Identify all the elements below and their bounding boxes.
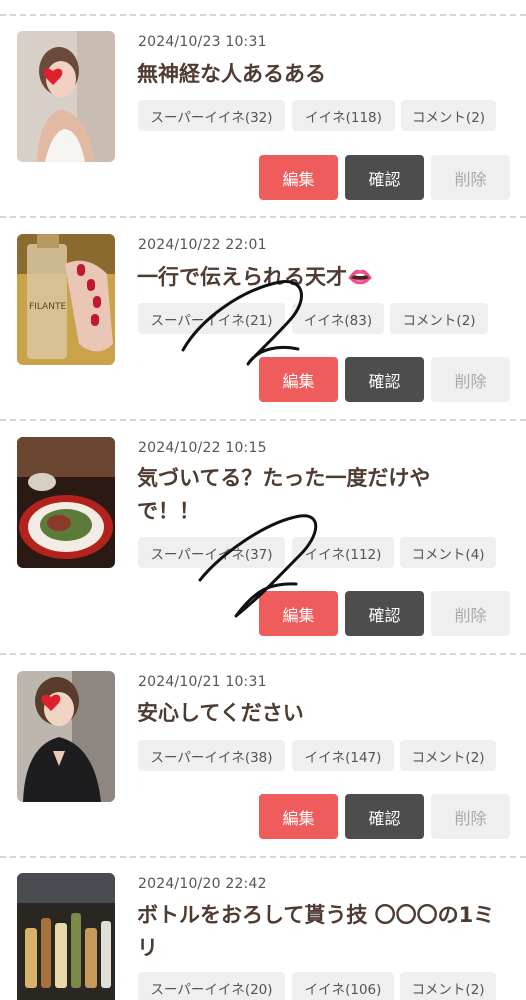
like-count: イイネ(147): [292, 740, 394, 771]
delete-button[interactable]: 削除: [431, 591, 510, 636]
post-title[interactable]: 一行で伝えられる天才👄: [137, 261, 507, 294]
post-date: 2024/10/23 10:31: [138, 34, 267, 50]
divider: [0, 14, 526, 16]
divider: [0, 419, 526, 421]
confirm-button[interactable]: 確認: [345, 794, 424, 839]
post-thumbnail[interactable]: [17, 437, 115, 568]
like-count: イイネ(83): [292, 303, 384, 334]
delete-button[interactable]: 削除: [431, 155, 510, 200]
post-thumbnail[interactable]: [17, 31, 115, 162]
post-date: 2024/10/20 22:42: [138, 876, 267, 892]
delete-button[interactable]: 削除: [431, 357, 510, 402]
comment-count: コメント(2): [401, 100, 496, 131]
divider: [0, 856, 526, 858]
like-count: イイネ(106): [292, 972, 394, 1000]
comment-count: コメント(4): [400, 537, 496, 568]
edit-button[interactable]: 編集: [259, 155, 338, 200]
post-title[interactable]: 安心してください: [137, 697, 507, 730]
like-count: イイネ(118): [292, 100, 395, 131]
comment-count: コメント(2): [400, 740, 496, 771]
post-title[interactable]: ボトルをおろして貰う技 〇〇〇の1ミリ: [137, 899, 507, 965]
post-date: 2024/10/22 22:01: [138, 237, 267, 253]
super-like-count: スーパーイイネ(20): [138, 972, 285, 1000]
like-count: イイネ(112): [292, 537, 394, 568]
comment-count: コメント(2): [400, 972, 496, 1000]
post-title[interactable]: 無神経な人あるある: [137, 58, 507, 91]
confirm-button[interactable]: 確認: [345, 591, 424, 636]
super-like-count: スーパーイイネ(32): [138, 100, 285, 131]
post-thumbnail[interactable]: FILANTE: [17, 234, 115, 365]
edit-button[interactable]: 編集: [259, 357, 338, 402]
post-thumbnail[interactable]: [17, 873, 115, 1000]
post-date: 2024/10/22 10:15: [138, 440, 267, 456]
confirm-button[interactable]: 確認: [345, 357, 424, 402]
edit-button[interactable]: 編集: [259, 591, 338, 636]
edit-button[interactable]: 編集: [259, 794, 338, 839]
post-date: 2024/10/21 10:31: [138, 674, 267, 690]
post-thumbnail[interactable]: [17, 671, 115, 802]
delete-button[interactable]: 削除: [431, 794, 510, 839]
super-like-count: スーパーイイネ(38): [138, 740, 285, 771]
confirm-button[interactable]: 確認: [345, 155, 424, 200]
super-like-count: スーパーイイネ(21): [138, 303, 285, 334]
comment-count: コメント(2): [390, 303, 488, 334]
super-like-count: スーパーイイネ(37): [138, 537, 285, 568]
post-title[interactable]: 気づいてる？たった一度だけやで！！: [137, 462, 467, 528]
divider: [0, 653, 526, 655]
divider: [0, 216, 526, 218]
svg-text:FILANTE: FILANTE: [29, 302, 66, 312]
